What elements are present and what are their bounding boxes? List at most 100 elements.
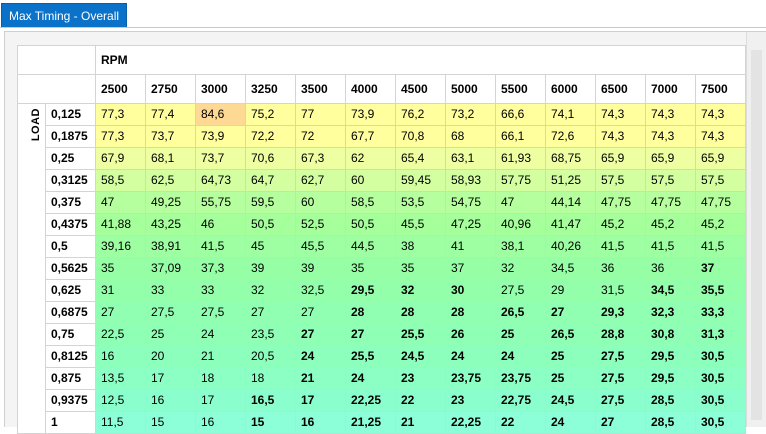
table-cell[interactable]: 25	[495, 323, 546, 346]
table-cell[interactable]: 28	[345, 301, 396, 324]
table-cell[interactable]: 57,5	[595, 169, 646, 192]
table-cell[interactable]: 38	[395, 235, 446, 258]
table-cell[interactable]: 37	[695, 257, 746, 280]
table-cell[interactable]: 32	[395, 279, 446, 302]
table-cell[interactable]: 21	[195, 345, 246, 368]
table-cell[interactable]: 68	[445, 125, 496, 148]
vertical-scrollbar[interactable]	[746, 32, 766, 427]
table-cell[interactable]: 68,1	[145, 147, 196, 170]
table-cell[interactable]: 64,7	[245, 169, 296, 192]
table-cell[interactable]: 63,1	[445, 147, 496, 170]
table-cell[interactable]: 32	[495, 257, 546, 280]
table-cell[interactable]: 37,09	[145, 257, 196, 280]
table-cell[interactable]: 24	[295, 345, 346, 368]
table-cell[interactable]: 31	[95, 279, 146, 302]
table-cell[interactable]: 77,4	[145, 103, 196, 126]
table-cell[interactable]: 32,5	[295, 279, 346, 302]
table-cell[interactable]: 41,88	[95, 213, 146, 236]
table-cell[interactable]: 39,16	[95, 235, 146, 258]
table-cell[interactable]: 27,5	[145, 301, 196, 324]
table-cell[interactable]: 24	[195, 323, 246, 346]
table-cell[interactable]: 16	[145, 389, 196, 412]
table-cell[interactable]: 21	[395, 411, 446, 434]
table-cell[interactable]: 45,2	[595, 213, 646, 236]
table-cell[interactable]: 30	[445, 279, 496, 302]
table-cell[interactable]: 33	[145, 279, 196, 302]
table-cell[interactable]: 59,5	[245, 191, 296, 214]
table-cell[interactable]: 70,8	[395, 125, 446, 148]
table-cell[interactable]: 45	[245, 235, 296, 258]
table-cell[interactable]: 32	[245, 279, 296, 302]
table-cell[interactable]: 24	[545, 411, 596, 434]
table-cell[interactable]: 27	[295, 301, 346, 324]
table-cell[interactable]: 50,5	[345, 213, 396, 236]
table-cell[interactable]: 62,7	[295, 169, 346, 192]
table-cell[interactable]: 30,5	[695, 367, 746, 390]
table-cell[interactable]: 84,6	[195, 103, 246, 126]
table-cell[interactable]: 40,96	[495, 213, 546, 236]
table-cell[interactable]: 73,9	[345, 103, 396, 126]
table-cell[interactable]: 15	[145, 411, 196, 434]
table-cell[interactable]: 17	[145, 367, 196, 390]
table-cell[interactable]: 60	[295, 191, 346, 214]
table-cell[interactable]: 27,5	[495, 279, 546, 302]
table-cell[interactable]: 73,2	[445, 103, 496, 126]
table-cell[interactable]: 50,5	[245, 213, 296, 236]
table-cell[interactable]: 73,7	[145, 125, 196, 148]
table-cell[interactable]: 49,25	[145, 191, 196, 214]
table-cell[interactable]: 44,14	[545, 191, 596, 214]
table-cell[interactable]: 28	[445, 301, 496, 324]
table-cell[interactable]: 73,9	[195, 125, 246, 148]
table-cell[interactable]: 55,75	[195, 191, 246, 214]
table-cell[interactable]: 20,5	[245, 345, 296, 368]
table-cell[interactable]: 27	[345, 323, 396, 346]
table-cell[interactable]: 33	[195, 279, 246, 302]
table-cell[interactable]: 36	[645, 257, 696, 280]
table-cell[interactable]: 74,3	[695, 103, 746, 126]
table-cell[interactable]: 36	[595, 257, 646, 280]
table-cell[interactable]: 74,3	[645, 103, 696, 126]
table-cell[interactable]: 67,7	[345, 125, 396, 148]
table-cell[interactable]: 28,8	[595, 323, 646, 346]
table-cell[interactable]: 16	[95, 345, 146, 368]
table-cell[interactable]: 23	[395, 367, 446, 390]
table-cell[interactable]: 45,5	[295, 235, 346, 258]
table-cell[interactable]: 66,6	[495, 103, 546, 126]
table-cell[interactable]: 45,2	[695, 213, 746, 236]
table-cell[interactable]: 24	[495, 345, 546, 368]
table-cell[interactable]: 21	[295, 367, 346, 390]
table-cell[interactable]: 66,1	[495, 125, 546, 148]
table-cell[interactable]: 24,5	[395, 345, 446, 368]
table-cell[interactable]: 31,5	[595, 279, 646, 302]
table-cell[interactable]: 30,8	[645, 323, 696, 346]
table-cell[interactable]: 20	[145, 345, 196, 368]
table-cell[interactable]: 38,1	[495, 235, 546, 258]
table-cell[interactable]: 25,5	[345, 345, 396, 368]
table-cell[interactable]: 52,5	[295, 213, 346, 236]
table-cell[interactable]: 74,3	[695, 125, 746, 148]
table-cell[interactable]: 28	[395, 301, 446, 324]
table-cell[interactable]: 43,25	[145, 213, 196, 236]
table-cell[interactable]: 47,75	[595, 191, 646, 214]
table-cell[interactable]: 27	[95, 301, 146, 324]
table-cell[interactable]: 13,5	[95, 367, 146, 390]
table-cell[interactable]: 67,3	[295, 147, 346, 170]
table-cell[interactable]: 34,5	[545, 257, 596, 280]
table-cell[interactable]: 74,3	[595, 103, 646, 126]
table-cell[interactable]: 58,93	[445, 169, 496, 192]
table-cell[interactable]: 30,5	[695, 411, 746, 434]
table-cell[interactable]: 22,25	[345, 389, 396, 412]
table-cell[interactable]: 51,25	[545, 169, 596, 192]
table-cell[interactable]: 24	[345, 367, 396, 390]
table-cell[interactable]: 16	[295, 411, 346, 434]
table-cell[interactable]: 27,5	[595, 345, 646, 368]
table-cell[interactable]: 26,5	[495, 301, 546, 324]
table-cell[interactable]: 28,5	[645, 411, 696, 434]
table-cell[interactable]: 77,3	[95, 103, 146, 126]
table-cell[interactable]: 23,75	[495, 367, 546, 390]
table-cell[interactable]: 24,5	[545, 389, 596, 412]
table-cell[interactable]: 22,5	[95, 323, 146, 346]
table-cell[interactable]: 65,9	[695, 147, 746, 170]
table-cell[interactable]: 15	[245, 411, 296, 434]
table-cell[interactable]: 27,5	[195, 301, 246, 324]
